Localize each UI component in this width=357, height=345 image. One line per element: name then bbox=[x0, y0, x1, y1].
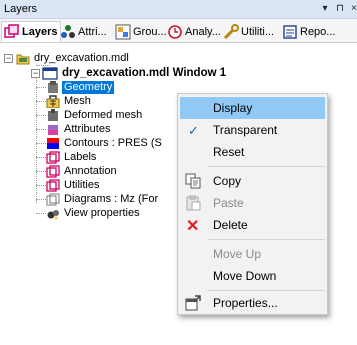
tab-layers[interactable]: Layers bbox=[1, 21, 62, 42]
menu-separator bbox=[208, 239, 325, 240]
menu-item-transparent[interactable]: ✓ Transparent bbox=[180, 119, 325, 141]
tab-attributes[interactable]: Attri... bbox=[60, 21, 107, 42]
pin-icon[interactable]: ⊓ bbox=[333, 1, 347, 17]
delete-icon: ✕ bbox=[186, 218, 200, 235]
tree-window[interactable]: − dry_excavation.mdl Window 1 bbox=[31, 66, 228, 80]
panel-titlebar: Layers ▾ ⊓ × bbox=[0, 0, 357, 19]
window-icon bbox=[42, 66, 58, 80]
tree-item-label: View properties bbox=[64, 206, 140, 219]
menu-separator bbox=[208, 166, 325, 167]
deformed-mesh-icon bbox=[46, 108, 60, 122]
menu-item-properties[interactable]: Properties... bbox=[180, 292, 325, 314]
menu-item-move-down[interactable]: Move Down bbox=[180, 265, 325, 287]
geometry-icon bbox=[46, 80, 60, 94]
tab-reports[interactable]: Repo... bbox=[282, 21, 335, 42]
menu-item-delete[interactable]: ✕ Delete bbox=[180, 214, 325, 236]
tree-item-label: Deformed mesh bbox=[64, 108, 143, 121]
tab-bar: Layers Attri... Grou... Analy... Utiliti… bbox=[0, 19, 357, 43]
tree-item-label: Labels bbox=[64, 150, 97, 163]
tree-item-view-properties[interactable]: View properties bbox=[46, 206, 142, 220]
tree-item-label: Annotation bbox=[64, 164, 117, 177]
attributes-icon bbox=[60, 24, 76, 40]
tree-item-label: Utilities bbox=[64, 178, 100, 191]
tree-item-mesh[interactable]: Mesh bbox=[46, 94, 93, 108]
tree-root[interactable]: − dry_excavation.mdl bbox=[4, 51, 131, 65]
tree-item-diagrams[interactable]: Diagrams : Mz (For bbox=[46, 192, 160, 206]
utilities-icon bbox=[223, 23, 239, 40]
tab-groups[interactable]: Grou... bbox=[115, 21, 167, 42]
annotation-icon bbox=[46, 164, 60, 178]
tree-item-deformed-mesh[interactable]: Deformed mesh bbox=[46, 108, 144, 122]
properties-icon bbox=[185, 295, 201, 311]
collapse-icon[interactable]: − bbox=[4, 53, 13, 63]
reports-icon bbox=[282, 24, 298, 40]
tree-item-label: Diagrams : Mz (For bbox=[64, 192, 159, 205]
checkmark-icon: ✓ bbox=[188, 123, 199, 138]
layers-icon bbox=[4, 23, 20, 40]
paste-icon bbox=[185, 195, 201, 211]
labels-icon bbox=[46, 150, 60, 164]
context-menu: Display ✓ Transparent Reset Copy Paste ✕… bbox=[177, 93, 328, 315]
tree-item-label: Attributes bbox=[64, 122, 111, 135]
tree-item-label: Geometry bbox=[62, 80, 115, 94]
menu-item-paste[interactable]: Paste bbox=[180, 192, 325, 214]
groups-icon bbox=[115, 24, 131, 40]
tab-analysis[interactable]: Analy... bbox=[167, 21, 221, 42]
menu-separator bbox=[208, 290, 325, 291]
tree-item-label: Mesh bbox=[64, 94, 91, 107]
utilities-layer-icon bbox=[46, 178, 60, 192]
contours-icon bbox=[46, 137, 60, 150]
diagrams-icon bbox=[46, 193, 60, 206]
close-icon[interactable]: × bbox=[347, 1, 357, 17]
mesh-icon bbox=[46, 94, 60, 108]
tree-item-geometry[interactable]: Geometry bbox=[46, 80, 115, 94]
panel-title: Layers bbox=[4, 3, 38, 15]
tab-utilities[interactable]: Utiliti... bbox=[223, 21, 274, 42]
tree-item-attributes[interactable]: Attributes bbox=[46, 122, 112, 136]
view-properties-icon bbox=[46, 207, 60, 220]
tree-item-label: Contours : PRES (S bbox=[64, 136, 162, 149]
menu-item-move-up[interactable]: Move Up bbox=[180, 243, 325, 265]
attributes-layer-icon bbox=[46, 123, 60, 136]
folder-icon bbox=[16, 52, 30, 65]
menu-item-copy[interactable]: Copy bbox=[180, 170, 325, 192]
copy-icon bbox=[185, 173, 201, 189]
tree-root-label: dry_excavation.mdl bbox=[34, 51, 129, 64]
collapse-icon[interactable]: − bbox=[31, 68, 40, 78]
tree-item-utilities[interactable]: Utilities bbox=[46, 178, 101, 192]
tree-item-contours[interactable]: Contours : PRES (S bbox=[46, 136, 164, 150]
menu-item-display[interactable]: Display bbox=[180, 97, 325, 119]
tree-item-labels[interactable]: Labels bbox=[46, 150, 98, 164]
panel-menu-icon[interactable]: ▾ bbox=[318, 1, 332, 17]
menu-item-reset[interactable]: Reset bbox=[180, 141, 325, 163]
tree-item-annotation[interactable]: Annotation bbox=[46, 164, 119, 178]
tree-window-label: dry_excavation.mdl Window 1 bbox=[62, 66, 227, 79]
analysis-icon bbox=[167, 24, 183, 40]
